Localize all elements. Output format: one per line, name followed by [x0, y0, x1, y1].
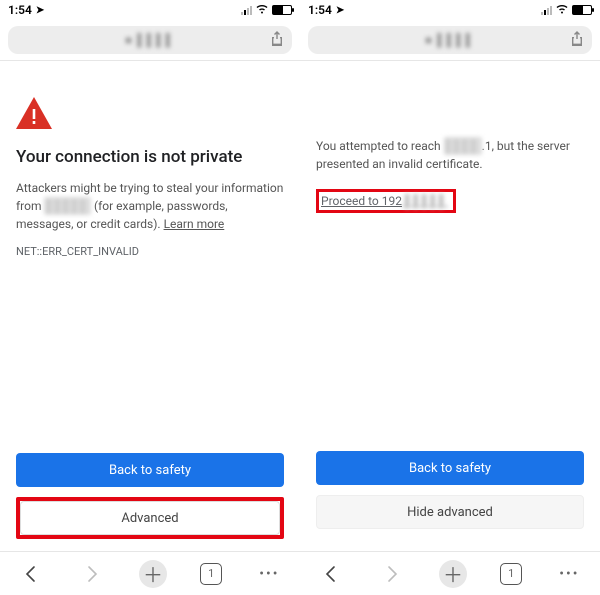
status-bar: 1:54 ➤ [300, 0, 600, 20]
button-area-right: Back to safety Hide advanced [300, 451, 600, 551]
share-icon[interactable] [270, 30, 284, 50]
highlight-advanced: Advanced [16, 497, 284, 539]
forward-icon[interactable] [378, 560, 406, 588]
cellular-icon [541, 5, 552, 15]
wifi-icon [555, 4, 569, 17]
forward-icon[interactable] [78, 560, 106, 588]
share-icon[interactable] [570, 30, 584, 50]
location-icon: ➤ [336, 5, 344, 16]
button-area-left: Back to safety Advanced [0, 453, 300, 551]
error-code: NET::ERR_CERT_INVALID [16, 245, 284, 258]
location-icon: ➤ [36, 5, 44, 16]
page-title: Your connection is not private [16, 147, 284, 167]
browser-toolbar: ＋ 1 ••• [0, 551, 300, 595]
cellular-icon [241, 5, 252, 15]
battery-icon [272, 5, 292, 15]
url-text: ■ ▌▌▌▌ [425, 33, 475, 47]
menu-icon[interactable]: ••• [555, 560, 583, 588]
battery-icon [572, 5, 592, 15]
page-content-right: You attempted to reach ▌▌▌▌.1, but the s… [300, 61, 600, 451]
tabs-button[interactable]: 1 [500, 563, 522, 585]
status-time: 1:54 [308, 3, 332, 17]
phone-right: 1:54 ➤ ■ ▌▌▌▌ You attempted to reach ▌▌▌… [300, 0, 600, 595]
url-text: ■ ▌▌▌▌ [125, 33, 175, 47]
warning-icon [16, 97, 52, 129]
back-to-safety-button[interactable]: Back to safety [316, 451, 584, 485]
url-bar[interactable]: ■ ▌▌▌▌ [308, 26, 592, 54]
tabs-button[interactable]: 1 [200, 563, 222, 585]
url-bar[interactable]: ■ ▌▌▌▌ [8, 26, 292, 54]
learn-more-link[interactable]: Learn more [164, 217, 225, 231]
back-icon[interactable] [17, 560, 45, 588]
hide-advanced-button[interactable]: Hide advanced [316, 495, 584, 529]
menu-icon[interactable]: ••• [255, 560, 283, 588]
blurred-domain: ▌▌▌▌ [444, 137, 482, 155]
status-time: 1:54 [8, 3, 32, 17]
proceed-link[interactable]: Proceed to 192 ▌▌▌▌▌ [321, 194, 447, 208]
warning-body: Attackers might be trying to steal your … [16, 179, 284, 233]
browser-toolbar: ＋ 1 ••• [300, 551, 600, 595]
new-tab-button[interactable]: ＋ [439, 560, 467, 588]
wifi-icon [255, 4, 269, 17]
back-icon[interactable] [317, 560, 345, 588]
advanced-button[interactable]: Advanced [20, 501, 280, 535]
back-to-safety-button[interactable]: Back to safety [16, 453, 284, 487]
phone-left: 1:54 ➤ ■ ▌▌▌▌ Your connection is not pri… [0, 0, 300, 595]
url-bar-wrap: ■ ▌▌▌▌ [300, 20, 600, 58]
new-tab-button[interactable]: ＋ [139, 560, 167, 588]
page-content-left: Your connection is not private Attackers… [0, 61, 300, 453]
status-bar: 1:54 ➤ [0, 0, 300, 20]
blurred-domain: ▌▌▌▌▌ [44, 197, 91, 215]
advanced-explanation: You attempted to reach ▌▌▌▌.1, but the s… [316, 137, 584, 173]
url-bar-wrap: ■ ▌▌▌▌ [0, 20, 300, 58]
highlight-proceed: Proceed to 192 ▌▌▌▌▌ [316, 189, 456, 213]
